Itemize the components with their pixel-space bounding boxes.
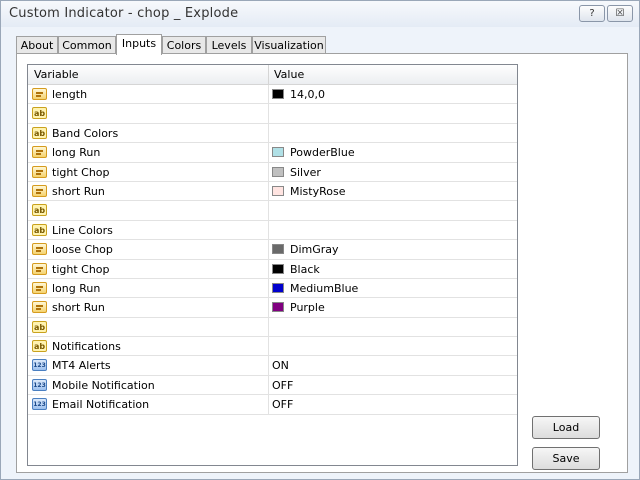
variable-name: short Run <box>52 184 105 198</box>
close-button[interactable]: ☒ <box>607 5 633 22</box>
ab-string-icon: ab <box>32 320 47 333</box>
title-bar: Custom Indicator - chop _ Explode ? ☒ <box>1 1 639 27</box>
tab-visualization[interactable]: Visualization <box>252 36 326 54</box>
variable-name: MT4 Alerts <box>52 359 111 373</box>
dialog-window: Custom Indicator - chop _ Explode ? ☒ Ab… <box>0 0 640 480</box>
variable-value: Silver <box>290 165 321 179</box>
ab-string-icon: ab <box>32 126 47 139</box>
table-row[interactable]: ab <box>28 104 517 124</box>
number-icon: 123 <box>32 378 47 391</box>
color-swatch <box>272 302 284 313</box>
table-row[interactable]: short Run MistyRose <box>28 181 517 202</box>
value-cell[interactable] <box>268 123 517 143</box>
help-button[interactable]: ? <box>579 5 605 22</box>
variable-icon <box>32 184 47 197</box>
value-cell[interactable] <box>268 356 517 375</box>
ab-string-icon: ab <box>32 223 47 236</box>
table-row[interactable]: loose Chop DimGray <box>28 240 517 260</box>
load-button[interactable]: Load <box>532 416 600 439</box>
variable-name: Mobile Notification <box>52 378 155 392</box>
variable-icon <box>32 281 47 294</box>
tab-inputs[interactable]: Inputs <box>116 34 162 55</box>
variable-name: Band Colors <box>52 126 119 140</box>
window-title: Custom Indicator - chop _ Explode <box>9 6 239 21</box>
variable-name: loose Chop <box>52 243 113 257</box>
table-row[interactable]: short Run Purple <box>28 298 517 318</box>
value-column-header[interactable]: Value <box>274 68 304 81</box>
color-swatch <box>272 147 284 158</box>
table-row[interactable]: tight Chop Black <box>28 259 517 279</box>
color-swatch <box>272 89 284 99</box>
grid-rows: length 14,0,0 ab ab Band Colors long Run Powde… <box>28 85 517 415</box>
grid-header: Variable Value <box>28 65 517 85</box>
table-row[interactable]: length 14,0,0 <box>28 85 517 105</box>
color-swatch <box>272 282 284 293</box>
table-row[interactable]: 123 Email Notification OFF <box>28 395 517 415</box>
variable-value: OFF <box>272 378 294 392</box>
variable-name: Notifications <box>52 340 121 354</box>
variable-name: long Run <box>52 146 101 160</box>
value-cell[interactable] <box>268 395 517 414</box>
variable-name: short Run <box>52 301 105 315</box>
table-row[interactable]: ab <box>28 317 517 338</box>
value-cell[interactable] <box>268 201 517 220</box>
table-row[interactable]: ab Line Colors <box>28 220 517 241</box>
variable-name: Line Colors <box>52 223 113 237</box>
value-cell[interactable] <box>268 375 517 395</box>
color-swatch <box>272 185 284 196</box>
variable-value: OFF <box>272 398 294 412</box>
table-row[interactable]: long Run MediumBlue <box>28 278 517 299</box>
color-swatch <box>272 166 284 177</box>
variable-icon <box>32 243 47 256</box>
variable-name: Email Notification <box>52 398 150 412</box>
variable-value: DimGray <box>290 243 339 257</box>
table-row[interactable]: ab <box>28 201 517 221</box>
number-icon: 123 <box>32 359 47 372</box>
table-row[interactable]: 123 MT4 Alerts ON <box>28 356 517 376</box>
variable-name: tight Chop <box>52 262 110 276</box>
value-cell[interactable] <box>268 337 517 356</box>
ab-string-icon: ab <box>32 107 47 120</box>
inputs-grid: Variable Value length 14,0,0 ab ab Band Colo… <box>27 64 518 466</box>
value-cell[interactable] <box>268 220 517 240</box>
variable-value: Purple <box>290 301 325 315</box>
variable-value: MediumBlue <box>290 281 359 295</box>
variable-name: length <box>52 88 88 101</box>
variable-icon <box>32 262 47 275</box>
table-row[interactable]: tight Chop Silver <box>28 162 517 182</box>
number-icon: 123 <box>32 398 47 411</box>
variable-icon <box>32 165 47 178</box>
table-row[interactable]: long Run PowderBlue <box>28 143 517 163</box>
value-cell[interactable] <box>268 317 517 337</box>
column-divider[interactable] <box>268 65 269 84</box>
inputs-panel: Variable Value length 14,0,0 ab ab Band Colo… <box>16 53 628 473</box>
variable-value: MistyRose <box>290 184 346 198</box>
variable-value: 14,0,0 <box>290 88 325 101</box>
variable-value: PowderBlue <box>290 146 355 160</box>
value-cell[interactable] <box>268 104 517 123</box>
tab-levels[interactable]: Levels <box>206 36 252 54</box>
tab-common[interactable]: Common <box>58 36 116 54</box>
tab-colors[interactable]: Colors <box>162 36 206 54</box>
ab-string-icon: ab <box>32 204 47 217</box>
variable-value: ON <box>272 359 289 373</box>
variable-icon <box>32 301 47 314</box>
ab-string-icon: ab <box>32 340 47 353</box>
table-row[interactable]: ab Band Colors <box>28 123 517 144</box>
table-row[interactable]: 123 Mobile Notification OFF <box>28 375 517 396</box>
table-row[interactable]: ab Notifications <box>28 337 517 357</box>
save-button[interactable]: Save <box>532 447 600 470</box>
tab-about[interactable]: About <box>16 36 58 54</box>
variable-name: long Run <box>52 281 101 295</box>
variable-icon <box>32 146 47 159</box>
color-swatch <box>272 244 284 255</box>
variable-value: Black <box>290 262 320 276</box>
color-swatch <box>272 263 284 274</box>
variable-column-header[interactable]: Variable <box>34 68 79 81</box>
variable-icon <box>32 88 47 100</box>
variable-name: tight Chop <box>52 165 110 179</box>
